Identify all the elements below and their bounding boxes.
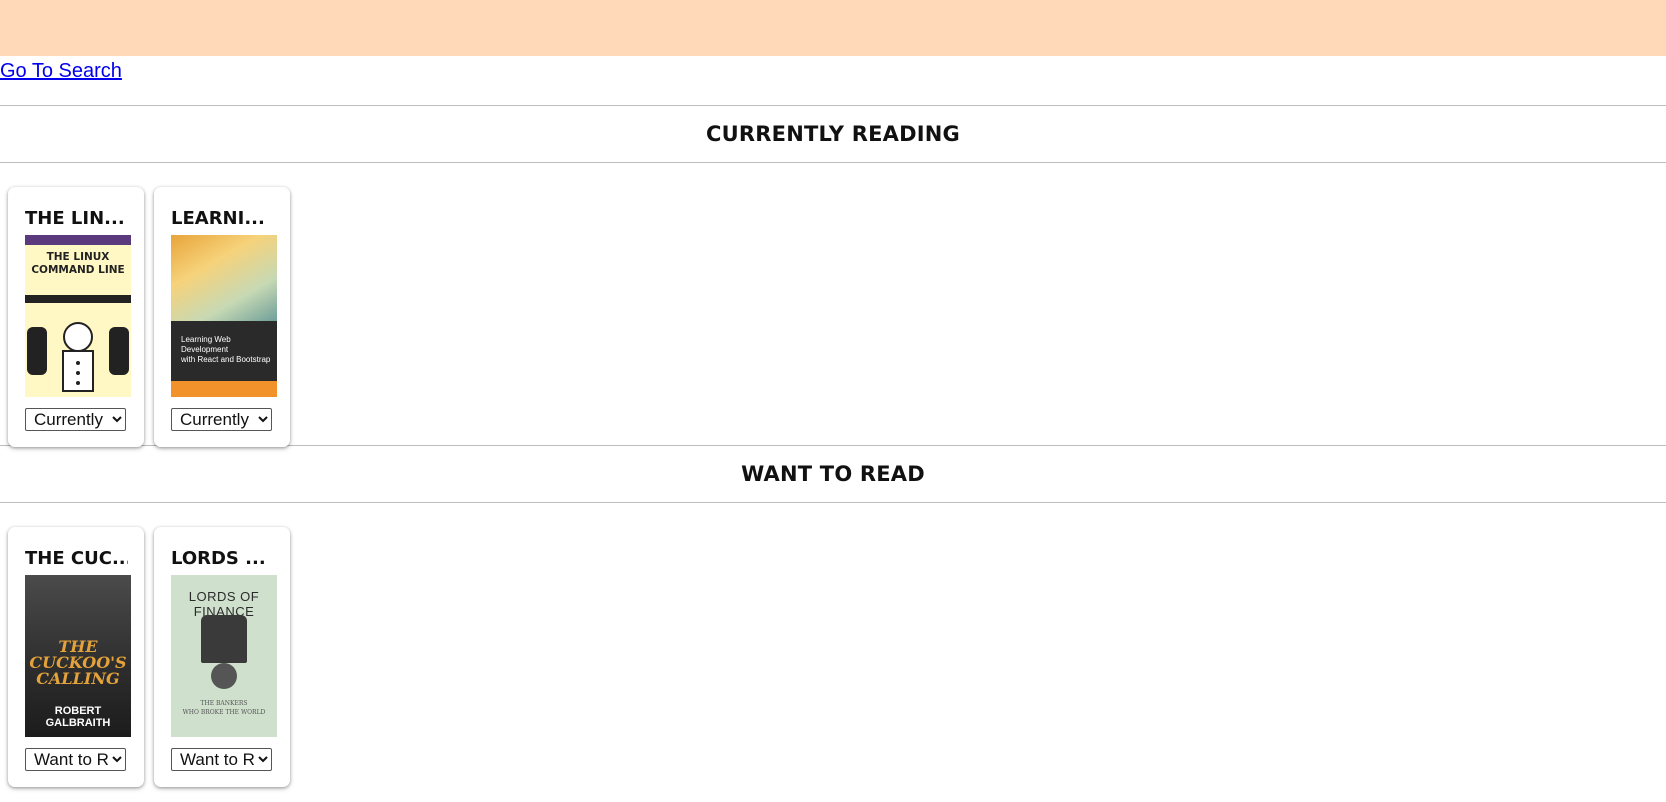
book-card: LEARNI... Learning Web Development with … bbox=[154, 187, 290, 447]
cover-band bbox=[25, 235, 131, 245]
shelf-title: CURRENTLY READING bbox=[706, 122, 960, 146]
cover-figures bbox=[201, 615, 247, 663]
shelf-select[interactable]: Currently bbox=[171, 408, 272, 431]
book-card: THE LIN... THE LINUX COMMAND LINE Curren… bbox=[8, 187, 144, 447]
book-cover-image[interactable]: Learning Web Development with React and … bbox=[171, 235, 277, 397]
cover-title: Learning Web Development with React and … bbox=[181, 335, 271, 364]
go-to-search-link[interactable]: Go To Search bbox=[0, 59, 122, 83]
shelf-select[interactable]: Want to R bbox=[25, 748, 126, 771]
book-title: THE CUC... bbox=[25, 548, 128, 569]
cover-subtitle: THE BANKERS WHO BROKE THE WORLD bbox=[182, 700, 266, 716]
book-row: THE LIN... THE LINUX COMMAND LINE Curren… bbox=[0, 163, 1666, 447]
globe-icon bbox=[211, 663, 237, 689]
shelf-select[interactable]: Currently bbox=[25, 408, 126, 431]
book-card: THE CUC... THE CUCKOO'S CALLING ROBERT G… bbox=[8, 527, 144, 787]
book-cover-image[interactable]: LORDS OF FINANCE THE BANKERS WHO BROKE T… bbox=[171, 575, 277, 737]
cover-bar bbox=[25, 295, 131, 303]
shelf-header: CURRENTLY READING bbox=[0, 105, 1666, 163]
book-title: LORDS ... bbox=[171, 548, 266, 569]
book-card: LORDS ... LORDS OF FINANCE THE BANKERS W… bbox=[154, 527, 290, 787]
cover-footer bbox=[171, 381, 277, 397]
shelf-header: WANT TO READ bbox=[0, 445, 1666, 503]
cover-author: ROBERT GALBRAITH bbox=[45, 705, 111, 729]
book-row: THE CUC... THE CUCKOO'S CALLING ROBERT G… bbox=[0, 503, 1666, 787]
book-title: LEARNI... bbox=[171, 208, 265, 229]
book-title: THE LIN... bbox=[25, 208, 125, 229]
cover-photo bbox=[171, 235, 277, 321]
cover-title: THE CUCKOO'S CALLING bbox=[29, 637, 127, 688]
book-cover-image[interactable]: THE LINUX COMMAND LINE bbox=[25, 235, 131, 397]
shelf-select[interactable]: Want to R bbox=[171, 748, 272, 771]
robot-illustration-icon bbox=[27, 322, 129, 392]
shelf-currently-reading: CURRENTLY READING THE LIN... THE LINUX C… bbox=[0, 105, 1666, 447]
top-banner bbox=[0, 0, 1666, 56]
shelf-want-to-read: WANT TO READ THE CUC... THE CUCKOO'S CAL… bbox=[0, 445, 1666, 787]
book-cover-image[interactable]: THE CUCKOO'S CALLING ROBERT GALBRAITH bbox=[25, 575, 131, 737]
shelf-title: WANT TO READ bbox=[741, 462, 925, 486]
cover-title: THE LINUX COMMAND LINE bbox=[31, 251, 125, 276]
